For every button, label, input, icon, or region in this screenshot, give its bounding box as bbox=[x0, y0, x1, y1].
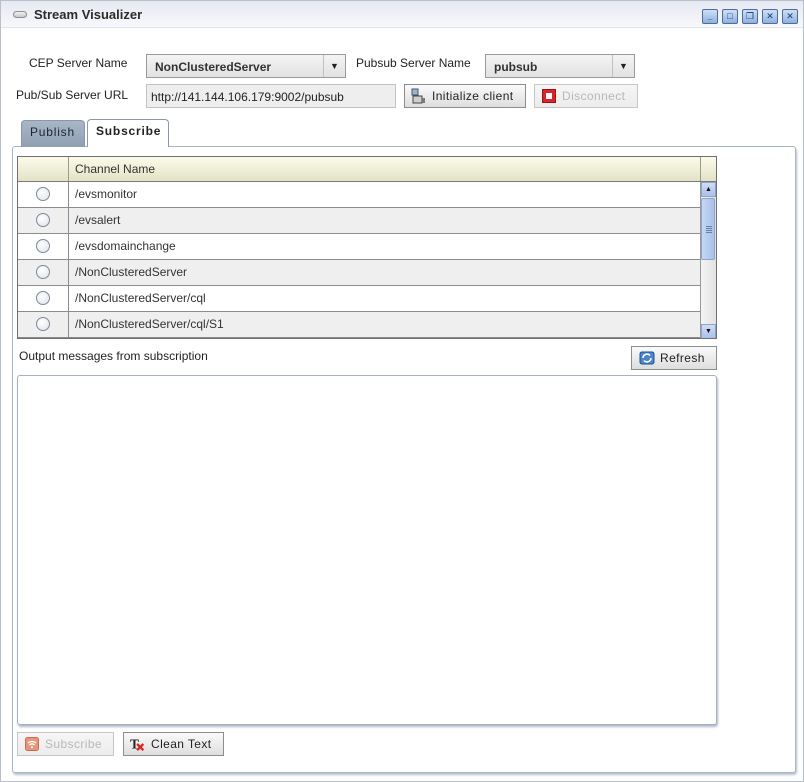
scroll-down-icon[interactable]: ▼ bbox=[701, 324, 716, 338]
disconnect-button[interactable]: Disconnect bbox=[534, 84, 638, 108]
refresh-icon bbox=[639, 350, 655, 366]
pubsub-server-value: pubsub bbox=[494, 60, 538, 74]
scroll-up-icon[interactable]: ▲ bbox=[701, 182, 716, 197]
maximize-icon: □ bbox=[727, 11, 733, 21]
channel-radio[interactable] bbox=[36, 239, 50, 253]
client-connect-icon bbox=[411, 88, 427, 104]
cep-server-value: NonClusteredServer bbox=[155, 60, 272, 74]
window-title: Stream Visualizer bbox=[34, 7, 143, 22]
initialize-client-button[interactable]: Initialize client bbox=[404, 84, 526, 108]
close-button[interactable]: ✕ bbox=[782, 9, 798, 24]
maximize-button[interactable]: □ bbox=[722, 9, 738, 24]
select-column-header[interactable] bbox=[18, 157, 69, 181]
clear-text-icon: T bbox=[130, 736, 146, 752]
url-label: Pub/Sub Server URL bbox=[16, 88, 129, 102]
subscribe-button[interactable]: Subscribe bbox=[17, 732, 114, 756]
select-cell[interactable] bbox=[18, 234, 69, 259]
table-scrollbar[interactable]: ▲ ▼ bbox=[700, 182, 716, 338]
minimize-button[interactable]: _ bbox=[702, 9, 718, 24]
subscribe-label: Subscribe bbox=[45, 737, 102, 751]
table-row[interactable]: /evsmonitor bbox=[18, 182, 700, 208]
channel-name: /NonClusteredServer/cql/S1 bbox=[75, 317, 224, 331]
channel-table: Channel Name /evsmonitor/evsalert/evsdom… bbox=[17, 156, 717, 339]
channel-name: /evsmonitor bbox=[75, 187, 138, 201]
detach-close-icon: ✕ bbox=[766, 11, 774, 21]
minimize-icon: _ bbox=[707, 11, 713, 21]
select-cell[interactable] bbox=[18, 286, 69, 311]
refresh-label: Refresh bbox=[660, 351, 705, 365]
table-row[interactable]: /evsdomainchange bbox=[18, 234, 700, 260]
window-menu-icon[interactable] bbox=[13, 11, 27, 18]
channel-radio[interactable] bbox=[36, 213, 50, 227]
channel-radio[interactable] bbox=[36, 187, 50, 201]
select-cell[interactable] bbox=[18, 260, 69, 285]
stop-icon bbox=[541, 88, 557, 104]
scrollbar-thumb[interactable] bbox=[701, 198, 715, 260]
tab-publish[interactable]: Publish bbox=[21, 120, 85, 147]
header-divider bbox=[700, 157, 701, 181]
tab-subscribe[interactable]: Subscribe bbox=[87, 119, 169, 147]
clean-text-button[interactable]: T Clean Text bbox=[123, 732, 224, 756]
channel-radio[interactable] bbox=[36, 265, 50, 279]
pubsub-server-label: Pubsub Server Name bbox=[356, 56, 471, 70]
grip-icon bbox=[706, 226, 712, 234]
title-bar: Stream Visualizer _ □ ❐ ✕ ✕ bbox=[1, 1, 803, 28]
chevron-down-icon[interactable]: ▼ bbox=[612, 55, 634, 77]
table-header: Channel Name bbox=[18, 157, 716, 182]
select-cell[interactable] bbox=[18, 312, 69, 337]
cep-server-select[interactable]: NonClusteredServer ▼ bbox=[146, 54, 346, 78]
output-label: Output messages from subscription bbox=[19, 349, 208, 363]
table-row[interactable]: /evsalert bbox=[18, 208, 700, 234]
pubsub-url-field[interactable]: http://141.144.106.179:9002/pubsub bbox=[146, 84, 396, 108]
restore-button[interactable]: ❐ bbox=[742, 9, 758, 24]
table-row[interactable]: /NonClusteredServer/cql bbox=[18, 286, 700, 312]
wifi-feed-icon bbox=[24, 736, 40, 752]
channel-name: /NonClusteredServer/cql bbox=[75, 291, 206, 305]
channel-radio[interactable] bbox=[36, 291, 50, 305]
disconnect-label: Disconnect bbox=[562, 89, 626, 103]
table-row[interactable]: /NonClusteredServer bbox=[18, 260, 700, 286]
close-icon: ✕ bbox=[786, 11, 794, 21]
detach-close-button[interactable]: ✕ bbox=[762, 9, 778, 24]
stream-visualizer-window: Stream Visualizer _ □ ❐ ✕ ✕ CEP Server N… bbox=[0, 0, 804, 782]
output-messages-area[interactable] bbox=[17, 375, 717, 725]
pubsub-server-select[interactable]: pubsub ▼ bbox=[485, 54, 635, 78]
table-row[interactable]: /NonClusteredServer/cql/S1 bbox=[18, 312, 700, 338]
clean-text-label: Clean Text bbox=[151, 737, 212, 751]
channel-name: /evsalert bbox=[75, 213, 121, 227]
channel-name: /NonClusteredServer bbox=[75, 265, 188, 279]
channel-radio[interactable] bbox=[36, 317, 50, 331]
cep-server-label: CEP Server Name bbox=[29, 56, 128, 70]
refresh-button[interactable]: Refresh bbox=[631, 346, 717, 370]
select-cell[interactable] bbox=[18, 208, 69, 233]
channel-name-header[interactable]: Channel Name bbox=[75, 162, 155, 176]
channel-name: /evsdomainchange bbox=[75, 239, 176, 253]
chevron-down-icon[interactable]: ▼ bbox=[323, 55, 345, 77]
initialize-client-label: Initialize client bbox=[432, 89, 514, 103]
select-cell[interactable] bbox=[18, 182, 69, 207]
restore-icon: ❐ bbox=[745, 11, 755, 21]
